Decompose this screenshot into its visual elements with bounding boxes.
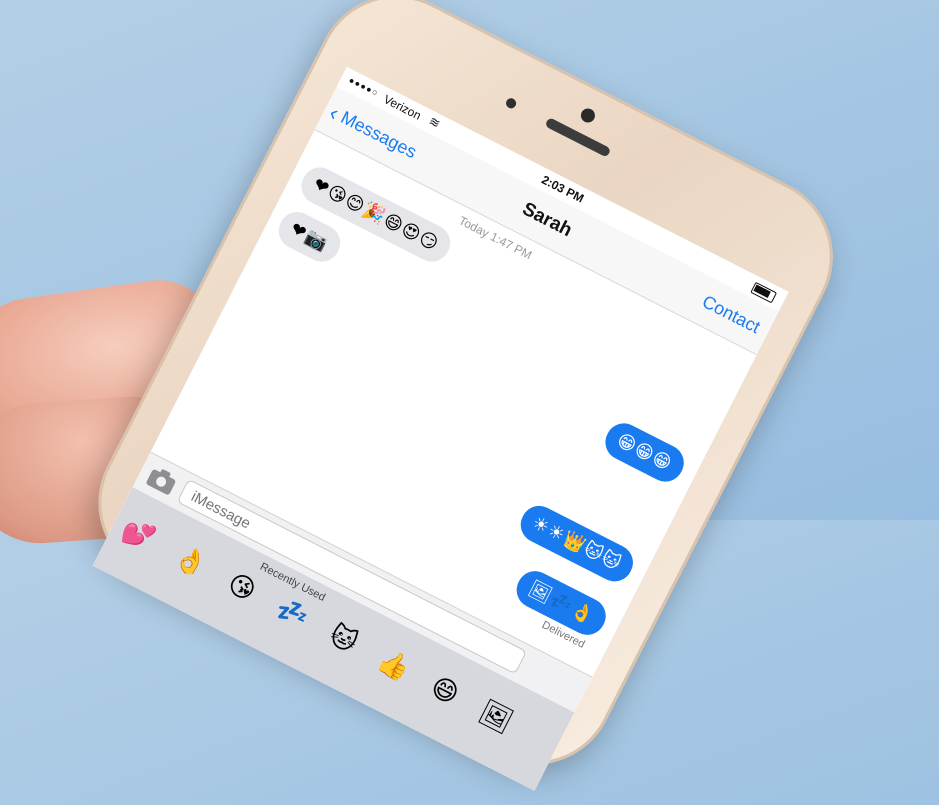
two-hearts-emoji[interactable]: 💕 [116, 511, 169, 561]
thumbs-up-emoji[interactable]: 👍 [372, 642, 425, 692]
framed-picture-emoji[interactable]: 🖼 [474, 694, 528, 744]
outgoing-message[interactable]: 😁😁😁 [598, 417, 690, 488]
incoming-message[interactable]: ❤📷 [272, 205, 346, 268]
camera-icon[interactable] [145, 464, 180, 496]
photo-scene: ●●●●○ Verizon ≋ 2:03 PM ‹ Messages Sarah… [0, 0, 939, 793]
iphone: ●●●●○ Verizon ≋ 2:03 PM ‹ Messages Sarah… [70, 0, 861, 793]
ok-hand-emoji[interactable]: 👌 [169, 538, 222, 588]
cat-face-emoji[interactable]: 🐱 [324, 617, 373, 664]
smiling-face-emoji[interactable]: 😄 [425, 669, 474, 716]
